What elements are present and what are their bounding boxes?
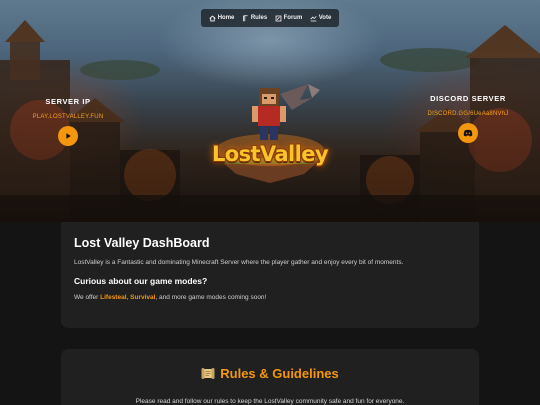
game-modes-text: We offer Lifesteal, Survival, and more g…: [74, 294, 466, 301]
server-ip-block: SERVER IP PLAY.LOSTVALLEY.FUN: [22, 97, 114, 146]
mode-survival[interactable]: Survival: [130, 294, 155, 301]
top-nav: Home Rules Forum Vote: [201, 9, 339, 27]
home-icon: [209, 14, 216, 21]
mode-lifesteal[interactable]: Lifesteal: [100, 294, 126, 301]
modes-suffix: , and more game modes coming soon!: [155, 294, 267, 301]
rules-description: Please read and follow our rules to keep…: [135, 398, 405, 405]
nav-home-label: Home: [217, 15, 235, 21]
nav-home[interactable]: Home: [209, 14, 235, 22]
discord-button[interactable]: [458, 123, 478, 143]
play-icon: [66, 133, 71, 139]
logo-text: LostValley: [212, 142, 329, 166]
dashboard-description: LostValley is a Fantastic and dominating…: [74, 259, 404, 266]
rules-card: Rules & Guidelines Please read and follo…: [61, 349, 479, 405]
scroll-icon: [201, 368, 215, 379]
server-ip-title: SERVER IP: [45, 97, 91, 106]
logo-artwork: [216, 84, 324, 183]
nav-rules[interactable]: Rules: [242, 14, 268, 22]
rules-icon: [242, 14, 248, 21]
nav-vote-label: Vote: [318, 15, 332, 21]
nav-vote[interactable]: Vote: [310, 15, 332, 22]
discord-icon: [463, 129, 473, 137]
discord-block: DISCORD SERVER DISCORD.GG/6UeAa8NVhJ: [418, 94, 518, 143]
modes-prefix: We offer: [74, 294, 101, 301]
server-ip-address[interactable]: PLAY.LOSTVALLEY.FUN: [22, 114, 114, 120]
rules-heading: Rules & Guidelines: [201, 366, 339, 381]
forum-icon: [275, 15, 281, 21]
hero-banner: Home Rules Forum Vote SERVER IP PLAY.LOS…: [0, 0, 540, 222]
nav-rules-label: Rules: [250, 15, 268, 21]
lostvalley-logo: LostValley: [208, 84, 332, 184]
discord-title: DISCORD SERVER: [430, 94, 506, 103]
dashboard-card: Lost Valley DashBoard LostValley is a Fa…: [61, 222, 479, 328]
rules-title: Rules & Guidelines: [220, 366, 339, 381]
vote-icon: [310, 15, 317, 21]
copy-ip-button[interactable]: [58, 126, 78, 146]
nav-forum[interactable]: Forum: [275, 15, 303, 22]
nav-forum-label: Forum: [283, 15, 303, 21]
dashboard-title: Lost Valley DashBoard: [74, 236, 210, 250]
game-modes-heading: Curious about our game modes?: [74, 276, 208, 286]
discord-link[interactable]: DISCORD.GG/6UeAa8NVhJ: [418, 111, 518, 117]
